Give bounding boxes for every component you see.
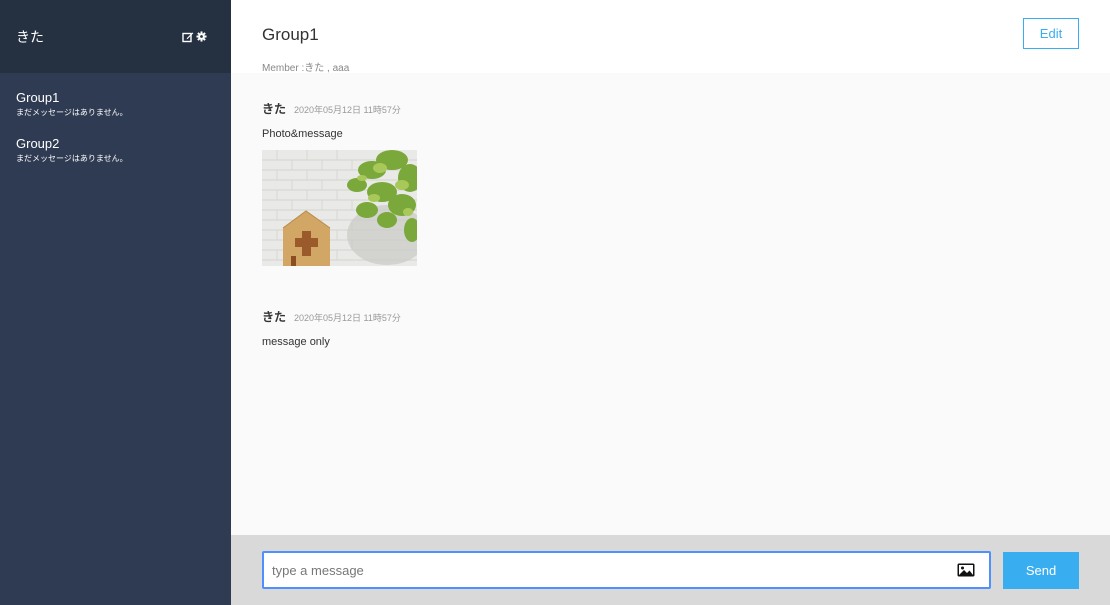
- message-date: 2020年05月12日 11時57分: [294, 105, 401, 115]
- sidebar-actions: [182, 31, 207, 43]
- group-item-group1[interactable]: Group1 まだメッセージはありません。: [0, 90, 231, 136]
- member-list: Member :きた , aaa: [262, 63, 350, 74]
- message-meta: きた 2020年05月12日 11時57分: [262, 308, 401, 325]
- sidebar: きた Group1 まだメッセージはありません。 Group2 まだメッセージは…: [0, 0, 231, 605]
- edit-icon[interactable]: [182, 31, 194, 43]
- group-title: Group1: [262, 25, 319, 44]
- image-icon[interactable]: [957, 563, 975, 577]
- group-name: Group1: [16, 90, 60, 105]
- message-input[interactable]: [264, 562, 957, 578]
- group-name: Group2: [16, 136, 60, 151]
- send-button[interactable]: Send: [1003, 552, 1079, 589]
- group-last-message: まだメッセージはありません。: [16, 108, 128, 117]
- message-user: きた: [262, 310, 287, 324]
- sidebar-header: きた: [0, 0, 231, 73]
- chat-header: Group1 Member :きた , aaa Edit: [231, 0, 1110, 74]
- message-input-box: [262, 551, 991, 589]
- message-text: message only: [262, 336, 330, 348]
- current-user-name: きた: [16, 28, 44, 45]
- message-meta: きた 2020年05月12日 11時57分: [262, 100, 417, 117]
- group-last-message: まだメッセージはありません。: [16, 154, 128, 163]
- gear-icon[interactable]: [196, 31, 207, 42]
- message-item: きた 2020年05月12日 11時57分 Photo&message: [262, 100, 417, 266]
- chat-main: Group1 Member :きた , aaa Edit きた 2020年05月…: [231, 0, 1110, 605]
- message-text: Photo&message: [262, 128, 343, 140]
- message-user: きた: [262, 102, 287, 116]
- message-photo[interactable]: [262, 150, 417, 266]
- composer: Send: [231, 535, 1110, 605]
- message-date: 2020年05月12日 11時57分: [294, 313, 401, 323]
- group-item-group2[interactable]: Group2 まだメッセージはありません。: [0, 136, 231, 182]
- message-item: きた 2020年05月12日 11時57分 message only: [262, 308, 401, 348]
- message-list: きた 2020年05月12日 11時57分 Photo&message きた 2…: [231, 73, 1110, 535]
- group-list: Group1 まだメッセージはありません。 Group2 まだメッセージはありま…: [0, 73, 231, 182]
- edit-button[interactable]: Edit: [1023, 18, 1079, 49]
